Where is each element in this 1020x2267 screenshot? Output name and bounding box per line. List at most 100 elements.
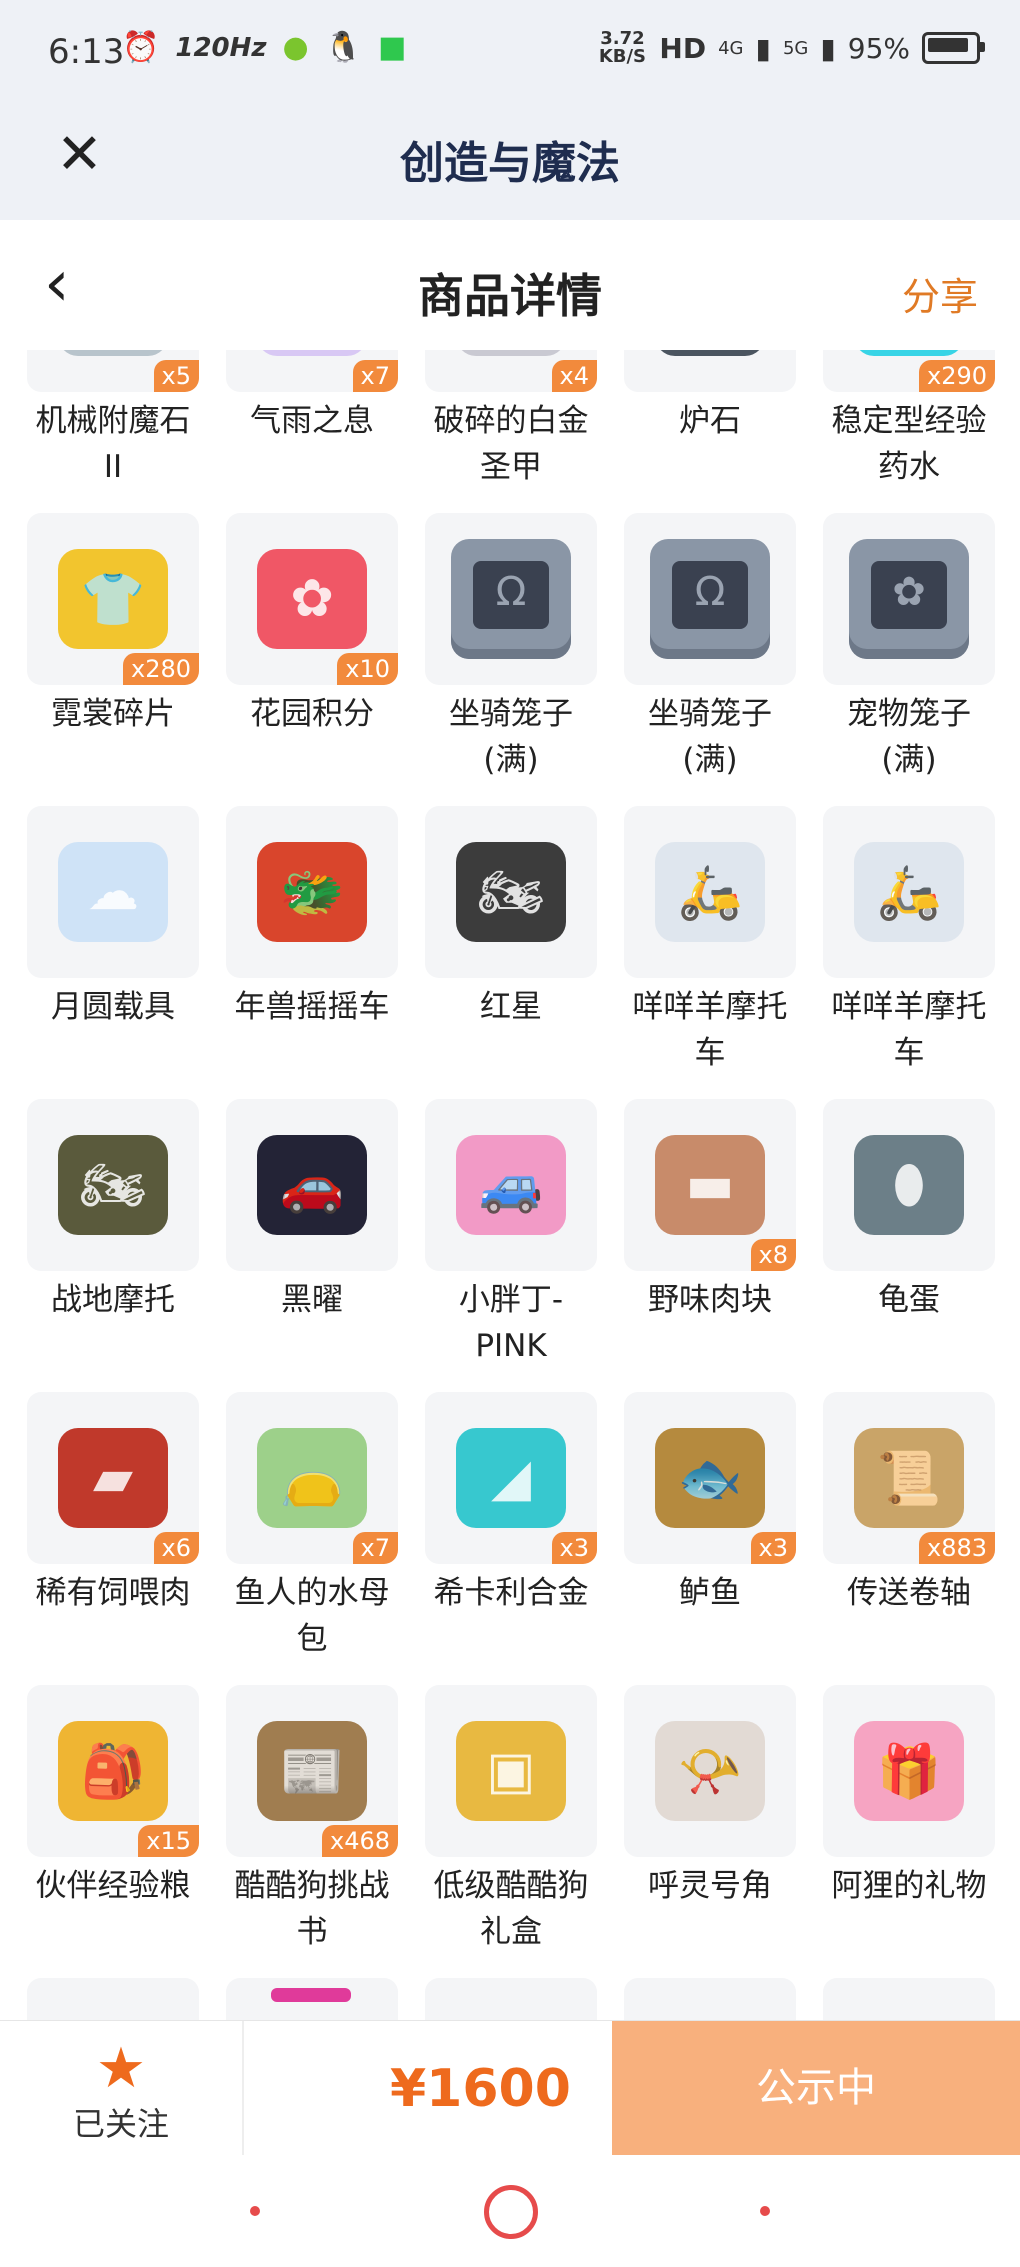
quantity-badge: x3 bbox=[750, 1532, 796, 1564]
item-thumbnail: 🚗 bbox=[226, 1099, 398, 1271]
item-thumbnail: 🛵 bbox=[624, 806, 796, 978]
item-card[interactable]: 📰 x468 酷酷狗挑战书 bbox=[226, 1685, 398, 1978]
beetle-car-icon: 🚙 bbox=[456, 1135, 566, 1235]
item-name: 红星 bbox=[480, 989, 542, 1025]
item-card[interactable]: 🐲 年兽摇摇车 bbox=[226, 806, 398, 1099]
pouch-icon: 👝 bbox=[257, 1428, 367, 1528]
app-title: 创造与魔法 bbox=[400, 138, 620, 189]
item-name: 机械附魔石II bbox=[35, 403, 191, 485]
item-card[interactable] bbox=[27, 1978, 199, 2020]
quantity-badge: x15 bbox=[138, 1825, 199, 1857]
item-name: 气雨之息 bbox=[250, 403, 374, 439]
item-thumbnail bbox=[823, 1978, 995, 2020]
item-card[interactable]: 📜 x883 传送卷轴 bbox=[823, 1392, 995, 1685]
item-card[interactable]: 🎁 阿狸的礼物 bbox=[823, 1685, 995, 1978]
item-thumbnail bbox=[226, 1978, 398, 2020]
nav-home-button[interactable] bbox=[484, 2185, 538, 2239]
item-card[interactable]: 🛵 咩咩羊摩托车 bbox=[624, 806, 796, 1099]
item-card[interactable]: ● x7 气雨之息 bbox=[226, 350, 398, 513]
item-card[interactable]: 🎒 x15 伙伴经验粮 bbox=[27, 1685, 199, 1978]
item-name: 坐骑笼子(满) bbox=[449, 696, 573, 778]
item-thumbnail: 🎁 bbox=[823, 1685, 995, 1857]
item-thumbnail bbox=[624, 1978, 796, 2020]
bag-icon: 🎒 bbox=[58, 1721, 168, 1821]
item-card[interactable]: 👝 x7 鱼人的水母包 bbox=[226, 1392, 398, 1685]
meat-icon: ▬ bbox=[655, 1135, 765, 1235]
item-thumbnail bbox=[27, 1978, 199, 2020]
item-card[interactable] bbox=[624, 1978, 796, 2020]
item-card[interactable]: Ω 坐骑笼子(满) bbox=[624, 513, 796, 806]
item-name: 低级酷酷狗礼盒 bbox=[433, 1868, 589, 1950]
gift-icon: 🎁 bbox=[854, 1721, 964, 1821]
status-button[interactable]: 公示中 bbox=[612, 2021, 1020, 2156]
item-card[interactable]: ⬢ x290 稳定型经验药水 bbox=[823, 350, 995, 513]
item-card[interactable]: ◢ x3 希卡利合金 bbox=[425, 1392, 597, 1685]
item-card[interactable]: ⬮ 龟蛋 bbox=[823, 1099, 995, 1392]
item-name: 鱼人的水母包 bbox=[234, 1575, 390, 1657]
refresh-rate: 120Hz bbox=[175, 32, 267, 63]
item-thumbnail: ● x7 bbox=[226, 350, 398, 392]
follow-button[interactable]: ★ 已关注 bbox=[0, 2021, 244, 2156]
item-card[interactable] bbox=[823, 1978, 995, 2020]
item-card[interactable]: ☁ 月圆载具 bbox=[27, 806, 199, 1099]
item-card[interactable]: 👕 x280 霓裳碎片 bbox=[27, 513, 199, 806]
music-app-icon: ● bbox=[282, 30, 309, 65]
item-thumbnail: ▣ bbox=[425, 1685, 597, 1857]
item-name: 野味肉块 bbox=[648, 1282, 772, 1318]
car-icon: 🚗 bbox=[257, 1135, 367, 1235]
item-thumbnail: 📰 x468 bbox=[226, 1685, 398, 1857]
item-card[interactable]: ▬ x8 野味肉块 bbox=[624, 1099, 796, 1392]
item-card[interactable] bbox=[226, 1978, 398, 2020]
item-thumbnail: 🎒 x15 bbox=[27, 1685, 199, 1857]
item-card[interactable]: 🏍 战地摩托 bbox=[27, 1099, 199, 1392]
item-thumbnail: 🏍 bbox=[27, 1099, 199, 1271]
item-card[interactable]: 🐟 x3 鲈鱼 bbox=[624, 1392, 796, 1685]
item-thumbnail: ◆ x5 bbox=[27, 350, 199, 392]
item-card[interactable]: 🚗 黑曜 bbox=[226, 1099, 398, 1392]
nav-menu-dot[interactable] bbox=[250, 2206, 260, 2216]
item-card[interactable]: ▣ 低级酷酷狗礼盒 bbox=[425, 1685, 597, 1978]
item-grid-scroll[interactable]: ◆ x5 机械附魔石II ● x7 气雨之息 ▲ x4 破碎的白金圣甲 ⬬ 炉石 ⬢ x290 稳定型经验… bbox=[0, 350, 1020, 2020]
battery-percent: 95% bbox=[847, 31, 910, 65]
item-thumbnail: 🏍 bbox=[425, 806, 597, 978]
item-name: 花园积分 bbox=[250, 696, 374, 732]
nav-back-dot[interactable] bbox=[760, 2206, 770, 2216]
item-name: 鲈鱼 bbox=[679, 1575, 741, 1611]
armor-icon: ▲ bbox=[456, 350, 566, 356]
flower-icon: ✿ bbox=[257, 549, 367, 649]
item-name: 年兽摇摇车 bbox=[234, 989, 390, 1025]
item-thumbnail: ✿ x10 bbox=[226, 513, 398, 685]
wechat-icon: ■ bbox=[378, 30, 407, 65]
quantity-badge: x280 bbox=[122, 653, 199, 685]
item-card[interactable]: Ω 坐骑笼子(满) bbox=[425, 513, 597, 806]
item-name: 希卡利合金 bbox=[433, 1575, 589, 1611]
quantity-badge: x10 bbox=[337, 653, 398, 685]
item-card[interactable] bbox=[425, 1978, 597, 2020]
item-card[interactable]: 📯 呼灵号角 bbox=[624, 1685, 796, 1978]
star-icon: ★ bbox=[95, 2036, 147, 2101]
egg-icon: ⬮ bbox=[854, 1135, 964, 1235]
war-bike-icon: 🏍 bbox=[58, 1135, 168, 1235]
box-icon: ▣ bbox=[456, 1721, 566, 1821]
share-button[interactable]: 分享 bbox=[902, 266, 978, 321]
item-name: 咩咩羊摩托车 bbox=[632, 989, 788, 1071]
price: ¥1600 bbox=[390, 2059, 571, 2119]
item-thumbnail: ☁ bbox=[27, 806, 199, 978]
page-title: 商品详情 bbox=[418, 269, 602, 323]
item-card[interactable]: ✿ 宠物笼子(满) bbox=[823, 513, 995, 806]
item-name: 酷酷狗挑战书 bbox=[234, 1868, 390, 1950]
item-name: 呼灵号角 bbox=[648, 1868, 772, 1904]
orb-icon: ● bbox=[257, 350, 367, 356]
item-card[interactable]: ◆ x5 机械附魔石II bbox=[27, 350, 199, 513]
item-grid: ◆ x5 机械附魔石II ● x7 气雨之息 ▲ x4 破碎的白金圣甲 ⬬ 炉石 ⬢ x290 稳定型经验… bbox=[27, 350, 997, 2020]
fish-icon: 🐟 bbox=[655, 1428, 765, 1528]
shirt-icon: 👕 bbox=[58, 549, 168, 649]
item-card[interactable]: 🚙 小胖丁-PINK bbox=[425, 1099, 597, 1392]
item-card[interactable]: ✿ x10 花园积分 bbox=[226, 513, 398, 806]
item-card[interactable]: ⬬ 炉石 bbox=[624, 350, 796, 513]
item-card[interactable]: 🛵 咩咩羊摩托车 bbox=[823, 806, 995, 1099]
signal-icon-2: ▮ bbox=[820, 31, 836, 65]
item-card[interactable]: ▲ x4 破碎的白金圣甲 bbox=[425, 350, 597, 513]
item-card[interactable]: ▰ x6 稀有饲喂肉 bbox=[27, 1392, 199, 1685]
item-card[interactable]: 🏍 红星 bbox=[425, 806, 597, 1099]
